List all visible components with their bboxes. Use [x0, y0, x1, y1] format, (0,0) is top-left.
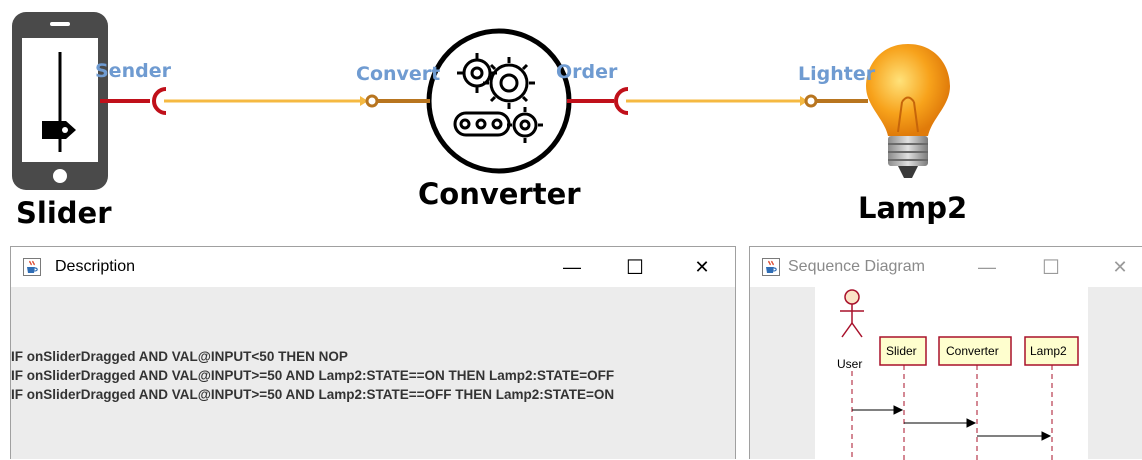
participant-label: Lamp2: [1030, 344, 1067, 358]
participant-box: Slider: [879, 336, 927, 366]
java-cup-icon: [23, 258, 41, 276]
description-titlebar[interactable]: Description — ☐ ✕: [11, 247, 735, 287]
minimize-button[interactable]: —: [549, 247, 595, 287]
port-label-sender: Sender: [95, 60, 171, 82]
close-button[interactable]: ✕: [1097, 247, 1142, 287]
component-name-converter: Converter: [418, 177, 581, 211]
sequence-content: User Slider Converter Lamp2: [750, 287, 1142, 460]
window-title: Description: [55, 258, 136, 275]
java-cup-icon: [762, 258, 780, 276]
component-name-slider: Slider: [16, 196, 112, 230]
maximize-button[interactable]: ☐: [612, 247, 658, 287]
participant-label: Converter: [946, 344, 999, 358]
participant-box: Converter: [938, 336, 1012, 366]
rule-line: IF onSliderDragged AND VAL@INPUT<50 THEN…: [11, 349, 348, 364]
close-button[interactable]: ✕: [679, 247, 725, 287]
component-name-lamp: Lamp2: [858, 191, 968, 225]
port-label-lighter: Lighter: [798, 63, 876, 85]
port-label-order: Order: [556, 61, 618, 83]
description-content: IF onSliderDragged AND VAL@INPUT<50 THEN…: [11, 287, 735, 459]
rule-line: IF onSliderDragged AND VAL@INPUT>=50 AND…: [11, 368, 615, 383]
participant-label: Slider: [886, 344, 917, 358]
component-diagram: Sender Convert Order Lighter Slider Conv…: [0, 0, 1142, 240]
maximize-button[interactable]: ☐: [1028, 247, 1074, 287]
description-window: Description — ☐ ✕ IF onSliderDragged AND…: [10, 246, 736, 459]
actor-label: User: [837, 357, 862, 371]
port-label-convert: Convert: [356, 63, 441, 85]
window-title: Sequence Diagram: [788, 258, 925, 275]
minimize-button[interactable]: —: [964, 247, 1010, 287]
sequence-titlebar[interactable]: Sequence Diagram — ☐ ✕: [750, 247, 1142, 287]
rule-line: IF onSliderDragged AND VAL@INPUT>=50 AND…: [11, 387, 615, 402]
participant-box: Lamp2: [1024, 336, 1079, 366]
sequence-diagram: User Slider Converter Lamp2: [815, 287, 1088, 460]
sequence-diagram-window: Sequence Diagram — ☐ ✕ User Slider Conve…: [749, 246, 1142, 460]
